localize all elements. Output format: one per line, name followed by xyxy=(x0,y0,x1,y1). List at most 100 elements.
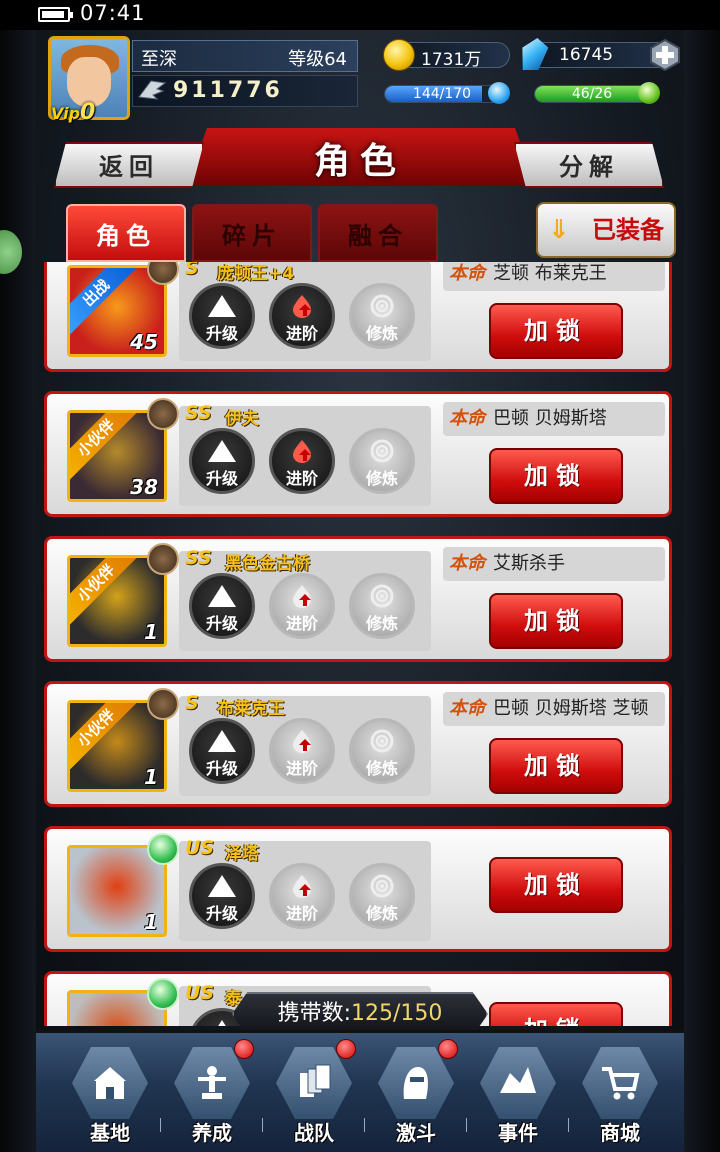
status-time: 07:41 xyxy=(80,1,146,25)
advance-button[interactable]: 进阶 xyxy=(269,718,335,784)
hero-name: 黑色金古桥 xyxy=(225,554,310,574)
train-button[interactable]: 修炼 xyxy=(349,863,415,929)
nav-item-battle[interactable]: 激斗 xyxy=(366,1039,466,1151)
nav-item-team[interactable]: 战队 xyxy=(264,1039,364,1151)
nav-separator xyxy=(262,1118,263,1132)
gold-counter: 1731万 xyxy=(383,39,510,71)
upgrade-icon xyxy=(208,875,236,897)
battle-icon xyxy=(403,1067,428,1099)
train-button[interactable]: 修炼 xyxy=(349,573,415,639)
nav-separator xyxy=(568,1118,569,1132)
upgrade-button[interactable]: 升级 xyxy=(189,283,255,349)
team-icon xyxy=(300,1064,331,1097)
gem-icon xyxy=(518,38,551,70)
train-button[interactable]: 修炼 xyxy=(349,718,415,784)
train-icon xyxy=(370,584,394,608)
hero-level: 1 xyxy=(144,910,158,934)
shop-cart-icon xyxy=(602,1067,640,1100)
fate-partners: 本命 芝顿 布莱克王 xyxy=(443,262,665,291)
app-root: 07:41 Vip0 至深 等级64 911776 1731万 16745 14… xyxy=(0,0,720,1152)
training-icon xyxy=(198,1066,226,1099)
battery-icon xyxy=(38,7,73,22)
hero-rank: US xyxy=(185,837,215,859)
upgrade-button[interactable]: 升级 xyxy=(189,718,255,784)
advance-icon xyxy=(293,440,311,463)
upgrade-icon xyxy=(218,1020,226,1026)
hero-name: 庞顿王+4 xyxy=(217,264,295,284)
element-orb-icon xyxy=(147,833,179,865)
upgrade-button[interactable]: 升级 xyxy=(189,863,255,929)
power-bar: 911776 xyxy=(132,75,358,107)
partner-ribbon: 小伙伴 xyxy=(70,703,138,771)
stamina-orb-icon xyxy=(488,82,510,104)
energy-bar: 46/26 xyxy=(534,85,650,103)
hero-card[interactable]: 出战 45 S 庞顿王+4 升级 进阶 修炼 本命 芝顿 布莱克王 加锁 xyxy=(44,262,672,372)
advance-icon xyxy=(293,585,311,608)
advance-icon xyxy=(293,295,311,318)
nav-label: 激斗 xyxy=(396,1121,436,1145)
nav-item-training[interactable]: 养成 xyxy=(162,1039,262,1151)
lock-button[interactable]: 加锁 xyxy=(489,593,623,649)
lock-button[interactable]: 加锁 xyxy=(489,303,623,359)
hero-level: 1 xyxy=(144,620,158,644)
equipped-filter-button[interactable]: ⇓ 已装备 xyxy=(536,202,676,258)
tab-fragments[interactable]: 碎片 xyxy=(192,204,312,262)
partner-ribbon: 小伙伴 xyxy=(70,413,138,481)
hero-rank: US xyxy=(185,982,215,1004)
lock-button[interactable]: 加锁 xyxy=(489,857,623,913)
hero-level: 45 xyxy=(130,330,158,354)
advance-button[interactable]: 进阶 xyxy=(269,863,335,929)
nav-label: 基地 xyxy=(90,1121,130,1145)
tab-fusion[interactable]: 融合 xyxy=(318,204,438,262)
nav-item-base[interactable]: 基地 xyxy=(60,1039,160,1151)
nav-label: 战队 xyxy=(294,1121,334,1145)
tab-character[interactable]: 角色 xyxy=(66,204,186,262)
nav-item-shop-cart[interactable]: 商城 xyxy=(570,1039,670,1151)
nav-label: 养成 xyxy=(192,1121,232,1145)
hero-name: 伊夫 xyxy=(225,409,259,429)
upgrade-icon xyxy=(208,295,236,317)
upgrade-button[interactable]: 升级 xyxy=(189,573,255,639)
advance-icon xyxy=(293,875,311,898)
claw-badge-icon xyxy=(147,688,179,720)
floating-assistant-icon[interactable] xyxy=(0,230,22,274)
train-button[interactable]: 修炼 xyxy=(349,283,415,349)
lock-button[interactable]: 加锁 xyxy=(489,448,623,504)
element-orb-icon xyxy=(147,978,179,1010)
hero-rank: SS xyxy=(185,547,212,569)
power-wing-icon xyxy=(138,80,167,100)
bottom-nav: 基地 养成 战队 激斗 事件 商城 xyxy=(36,1030,684,1152)
hero-card[interactable]: 1 US 泽塔 升级 进阶 修炼 加锁 xyxy=(44,826,672,952)
claw-badge-icon xyxy=(147,543,179,575)
double-chevron-down-icon: ⇓ xyxy=(548,215,570,245)
hero-card[interactable]: 小伙伴 38 SS 伊夫 升级 进阶 修炼 本命 巴顿 贝姆斯塔 加锁 xyxy=(44,391,672,517)
stamina-bar: 144/170 xyxy=(384,85,500,103)
advance-button[interactable]: 进阶 xyxy=(269,428,335,494)
lock-button[interactable]: 加锁 xyxy=(489,738,623,794)
upgrade-button[interactable]: 升级 xyxy=(189,428,255,494)
gold-coin-icon xyxy=(383,39,415,71)
right-frame xyxy=(684,30,720,1152)
upgrade-icon xyxy=(208,585,236,607)
advance-button[interactable]: 进阶 xyxy=(269,573,335,639)
nav-label: 商城 xyxy=(600,1121,640,1145)
hero-list[interactable]: 出战 45 S 庞顿王+4 升级 进阶 修炼 本命 芝顿 布莱克王 加锁 小伙伴 38 SS 伊夫 升级 进阶… xyxy=(40,262,676,1026)
hero-rank: SS xyxy=(185,402,212,424)
partner-ribbon: 小伙伴 xyxy=(70,558,138,626)
advance-button[interactable]: 进阶 xyxy=(269,283,335,349)
add-gems-icon[interactable] xyxy=(649,39,681,71)
upgrade-icon xyxy=(208,440,236,462)
gem-counter: 16745 xyxy=(526,42,680,71)
lock-button[interactable]: 加锁 xyxy=(489,1002,623,1026)
hero-card[interactable]: 小伙伴 1 SS 黑色金古桥 升级 进阶 修炼 本命 艾斯杀手加锁 xyxy=(44,536,672,662)
notification-dot xyxy=(234,1039,254,1059)
hero-rank: S xyxy=(185,262,199,279)
nav-item-event[interactable]: 事件 xyxy=(468,1039,568,1151)
fate-partners: 本命 艾斯杀手 xyxy=(443,547,665,581)
fate-partners: 本命 巴顿 贝姆斯塔 xyxy=(443,402,665,436)
train-button[interactable]: 修炼 xyxy=(349,428,415,494)
decompose-button[interactable]: 分解 xyxy=(514,142,664,188)
hero-card[interactable]: 小伙伴 1 S 布莱克王 升级 进阶 修炼 本命 巴顿 贝姆斯塔 芝顿 加锁 xyxy=(44,681,672,807)
hero-level: 1 xyxy=(144,765,158,789)
back-button[interactable]: 返回 xyxy=(54,142,204,188)
